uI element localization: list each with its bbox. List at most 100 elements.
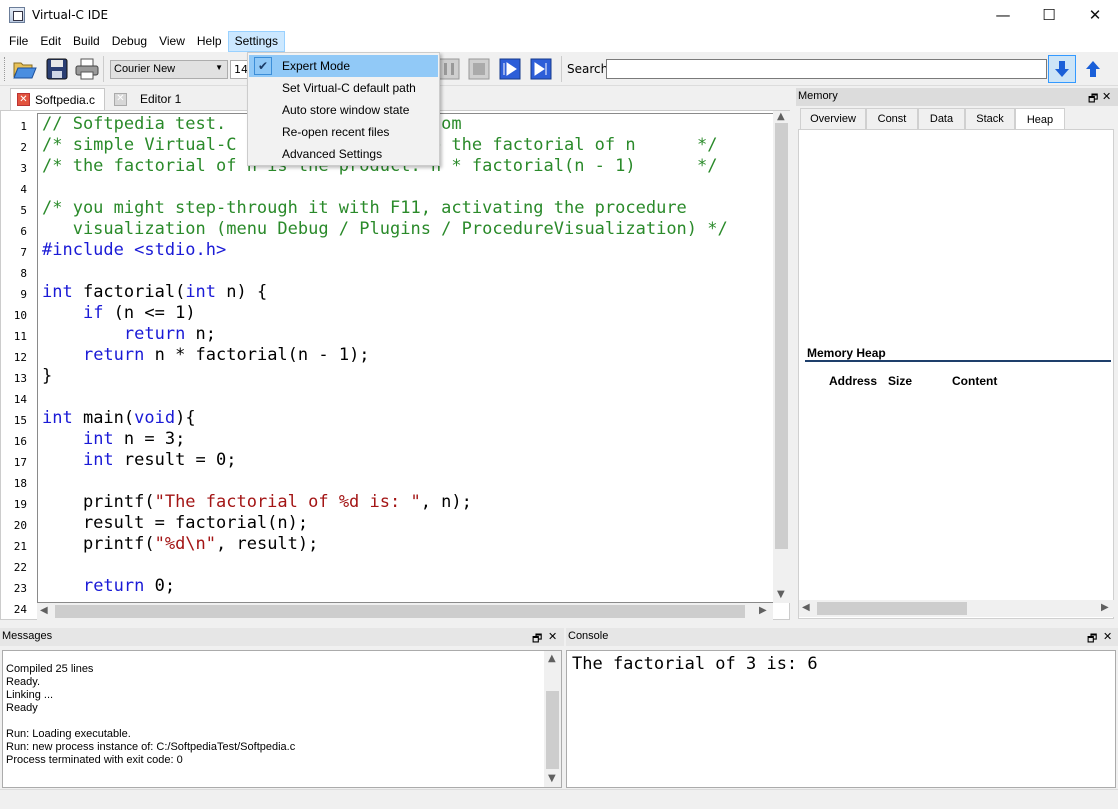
code-line[interactable]: visualization (menu Debug / Plugins / Pr… [42,219,728,240]
menu-item-expert-mode[interactable]: ✔ Expert Mode [249,55,438,77]
code-line[interactable]: printf("%d\n", result); [42,534,318,555]
line-number: 14 [13,393,27,406]
code-line[interactable]: return n * factorial(n - 1); [42,345,370,366]
menu-item-reopen-recent-files[interactable]: Re-open recent files [249,121,438,143]
code-line[interactable]: int result = 0; [42,450,237,471]
message-line: Ready [6,702,38,714]
scroll-left-icon[interactable]: ◀ [802,602,810,613]
stop-icon[interactable] [466,56,492,82]
tab-editor-1[interactable]: ✕ Editor 1 [108,88,198,110]
console-pane: Console 🗗 ✕ The factorial of 3 is: 6 [566,628,1118,788]
search-next-button[interactable] [1048,55,1076,83]
memory-horizontal-scrollbar[interactable]: ◀ ▶ [799,600,1115,617]
line-number: 7 [20,246,27,259]
scroll-thumb[interactable] [817,602,967,615]
code-line[interactable]: return n; [42,324,216,345]
code-line[interactable]: /* you might step-through it with F11, a… [42,198,687,219]
messages-pane-title: Messages 🗗 ✕ [0,628,564,646]
title-bar: Virtual-C IDE — ☐ ✕ [0,0,1118,30]
close-icon[interactable]: ✕ [1102,90,1111,103]
line-number: 8 [20,267,27,280]
tab-heap[interactable]: Heap [1015,108,1065,130]
code-line[interactable]: } [42,366,52,387]
code-line[interactable]: if (n <= 1) [42,303,196,324]
open-file-icon[interactable] [12,56,38,82]
scroll-down-icon[interactable]: ▼ [777,589,785,600]
messages-output[interactable]: ▲ ▼ Compiled 25 lines Ready. Linking ... Re… [2,650,562,788]
scroll-left-icon[interactable]: ◀ [40,605,48,616]
scroll-up-icon[interactable]: ▲ [777,111,785,122]
code-editor[interactable]: 1 2 3 4 5 6 7 8 9 10 11 12 13 14 15 16 17 18 19 20 21 22 23 24 … [0,110,790,620]
tab-const[interactable]: Const [866,108,918,129]
menu-view[interactable]: View [153,31,191,52]
tab-overview[interactable]: Overview [800,108,866,129]
line-number: 23 [13,582,27,595]
scroll-thumb[interactable] [775,123,788,549]
memory-pane: Overview Const Data Stack Heap Memory He… [798,108,1118,620]
menu-item-auto-store-window-state[interactable]: Auto store window state [249,99,438,121]
line-number: 22 [13,561,27,574]
menu-debug[interactable]: Debug [106,31,153,52]
menu-item-label: Expert Mode [282,59,351,73]
code-line[interactable]: int factorial(int n) { [42,282,267,303]
tab-stack[interactable]: Stack [965,108,1015,129]
font-select-value: Courier New [114,63,176,75]
font-select[interactable]: Courier New ▼ [110,60,228,79]
console-text: The factorial of 3 is: 6 [572,654,818,674]
line-number: 10 [13,309,27,322]
menu-item-label: Advanced Settings [282,147,383,161]
editor-horizontal-scrollbar[interactable]: ◀ ▶ [37,603,773,620]
float-icon[interactable]: 🗗 [1087,630,1097,649]
close-icon[interactable]: ✕ [1103,630,1112,643]
toolbar-grip[interactable] [4,57,7,81]
scroll-thumb[interactable] [55,605,745,618]
close-icon[interactable]: ✕ [114,92,127,106]
step-over-icon[interactable] [528,56,554,82]
messages-vertical-scrollbar[interactable]: ▲ ▼ [544,651,561,787]
console-output[interactable]: The factorial of 3 is: 6 [566,650,1116,788]
menu-settings[interactable]: Settings [227,30,285,52]
print-icon[interactable] [74,56,100,82]
code-line[interactable]: result = factorial(n); [42,513,308,534]
editor-vertical-scrollbar[interactable]: ▲ ▼ [773,111,790,603]
save-icon[interactable] [44,56,70,82]
close-icon[interactable]: ✕ [548,630,557,643]
messages-pane: Messages 🗗 ✕ ▲ ▼ Compiled 25 lines Ready.… [0,628,564,788]
close-icon[interactable]: ✕ [17,93,30,106]
tab-softpedia-c[interactable]: ✕ Softpedia.c [10,88,105,110]
scroll-down-icon[interactable]: ▼ [548,773,556,784]
close-button[interactable]: ✕ [1072,0,1118,30]
float-icon[interactable]: 🗗 [532,630,542,649]
menu-item-advanced-settings[interactable]: Advanced Settings [249,143,438,165]
minimize-button[interactable]: — [980,0,1026,30]
line-number: 16 [13,435,27,448]
message-line: Compiled 25 lines [6,663,94,675]
code-line[interactable]: int main(void){ [42,408,196,429]
code-line[interactable]: int n = 3; [42,429,185,450]
menu-help[interactable]: Help [191,31,228,52]
code-area[interactable]: // Softpedia test. ia.com/* simple Virtu… [37,113,773,603]
search-input[interactable] [606,59,1047,79]
line-number: 19 [13,498,27,511]
scroll-right-icon[interactable]: ▶ [759,605,767,616]
memory-title: Memory [798,90,838,102]
scroll-up-icon[interactable]: ▲ [548,653,556,664]
step-into-icon[interactable] [497,56,523,82]
code-line[interactable]: printf("The factorial of %d is: ", n); [42,492,472,513]
line-number: 5 [20,204,27,217]
menu-bar: File Edit Build Debug View Help Settings [0,30,1118,52]
menu-build[interactable]: Build [67,31,106,52]
search-previous-button[interactable] [1079,55,1107,83]
scroll-right-icon[interactable]: ▶ [1101,602,1109,613]
code-line[interactable]: #include <stdio.h> [42,240,226,261]
menu-item-set-default-path[interactable]: Set Virtual-C default path [249,77,438,99]
menu-edit[interactable]: Edit [34,31,67,52]
code-line[interactable]: return 0; [42,576,175,597]
maximize-button[interactable]: ☐ [1026,0,1072,30]
menu-file[interactable]: File [3,31,34,52]
status-bar [0,789,1118,809]
message-line: Process terminated with exit code: 0 [6,754,183,766]
scroll-thumb[interactable] [546,691,559,769]
tab-data[interactable]: Data [918,108,965,129]
float-icon[interactable]: 🗗 [1088,90,1098,109]
